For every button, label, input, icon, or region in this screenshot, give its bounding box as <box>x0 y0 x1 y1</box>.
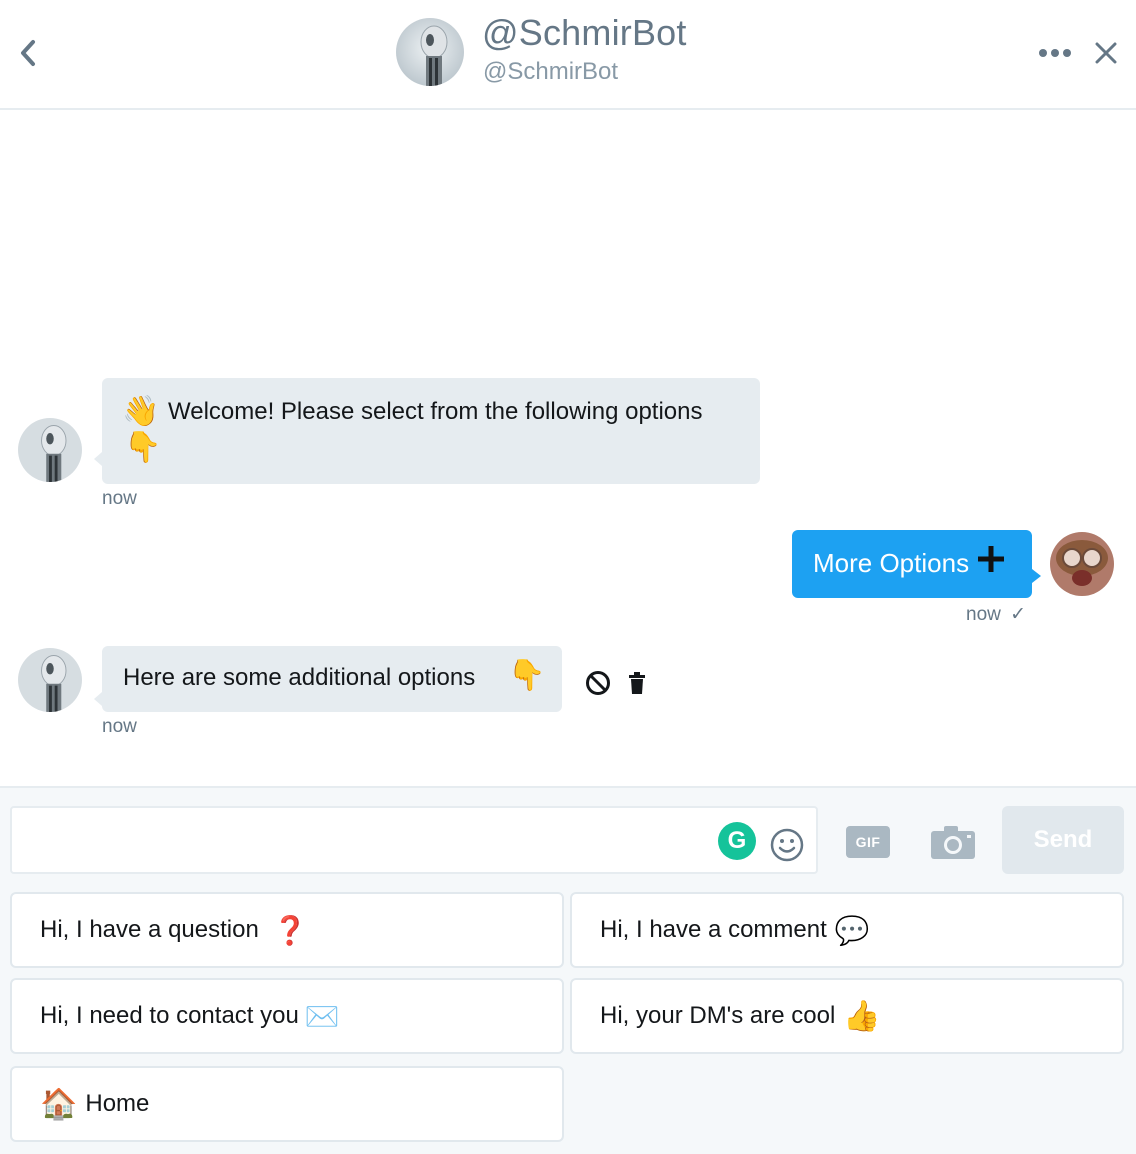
quick-reply-label: Hi, I have a comment <box>600 916 827 943</box>
message-bubble-more-options[interactable]: More Options <box>792 530 1041 598</box>
read-check-icon: ✓ <box>1010 604 1027 625</box>
user-avatar-image <box>1050 532 1114 596</box>
quick-reply-label: Hi, I need to contact you <box>40 1002 299 1029</box>
thumbs-up-emoji: 👍 <box>843 999 881 1033</box>
smiley-icon <box>770 828 804 862</box>
pointing-down-emoji: 👇 <box>124 431 162 464</box>
media-button[interactable] <box>930 824 976 860</box>
bot-avatar[interactable] <box>396 18 464 86</box>
message-bubble-welcome: 👋 Welcome! Please select from the follow… <box>94 378 760 484</box>
message-input[interactable] <box>10 806 818 874</box>
send-button[interactable]: Send <box>1002 806 1124 874</box>
emoji-button[interactable] <box>770 828 804 862</box>
timestamp-text: now <box>966 604 1001 625</box>
delete-message-button[interactable] <box>623 669 651 697</box>
quick-reply-comment[interactable]: Hi, I have a comment 💬 <box>570 892 1124 968</box>
conversation-title: @SchmirBot <box>482 12 687 53</box>
quick-reply-home[interactable]: 🏠 Home <box>10 1066 564 1142</box>
robot-avatar-image <box>18 418 82 482</box>
message-sender-avatar[interactable] <box>18 418 82 482</box>
grammarly-icon[interactable]: G <box>718 822 756 860</box>
message-text: Here are some additional options <box>123 664 476 691</box>
message-text: More Options <box>813 548 970 578</box>
chevron-left-icon <box>21 40 35 66</box>
quick-reply-label: Home <box>85 1090 150 1117</box>
close-button[interactable] <box>1092 38 1120 68</box>
speech-bubble-emoji: 💬 <box>834 914 870 946</box>
back-button[interactable] <box>14 36 42 70</box>
waving-hand-emoji: 👋 <box>122 395 160 428</box>
question-mark-emoji: ❓ <box>272 914 308 946</box>
quick-reply-question[interactable]: Hi, I have a question ❓ <box>10 892 564 968</box>
message-timestamp: now ✓ <box>966 603 1026 626</box>
conversation-handle: @SchmirBot <box>483 58 619 85</box>
message-sender-avatar[interactable] <box>18 648 82 712</box>
trash-icon <box>629 672 645 694</box>
quick-reply-label: Hi, your DM's are cool <box>600 1002 836 1029</box>
quick-reply-label: Hi, I have a question <box>40 916 259 943</box>
quick-reply-cool[interactable]: Hi, your DM's are cool 👍 <box>570 978 1124 1054</box>
more-options-button[interactable] <box>1037 40 1073 66</box>
gif-button[interactable]: GIF <box>846 826 890 858</box>
message-timestamp: now <box>102 488 137 509</box>
user-avatar[interactable] <box>1050 532 1114 596</box>
pointing-down-emoji: 👇 <box>508 659 546 692</box>
house-emoji: 🏠 <box>40 1087 78 1121</box>
close-icon <box>1095 42 1117 64</box>
report-message-button[interactable] <box>584 669 612 697</box>
robot-avatar-image <box>18 648 82 712</box>
quick-reply-contact[interactable]: Hi, I need to contact you ✉️ <box>10 978 564 1054</box>
robot-avatar-image <box>396 18 464 86</box>
conversation-header: @SchmirBot @SchmirBot <box>0 0 1136 110</box>
message-text: Welcome! Please select from the followin… <box>168 398 703 425</box>
more-dots-icon <box>1039 49 1071 57</box>
block-icon <box>586 671 610 695</box>
envelope-emoji: ✉️ <box>304 1000 340 1032</box>
message-bubble-additional: Here are some additional options 👇 <box>94 646 562 712</box>
plus-icon <box>976 544 1006 581</box>
message-timestamp: now <box>102 716 137 737</box>
camera-icon <box>931 826 975 859</box>
